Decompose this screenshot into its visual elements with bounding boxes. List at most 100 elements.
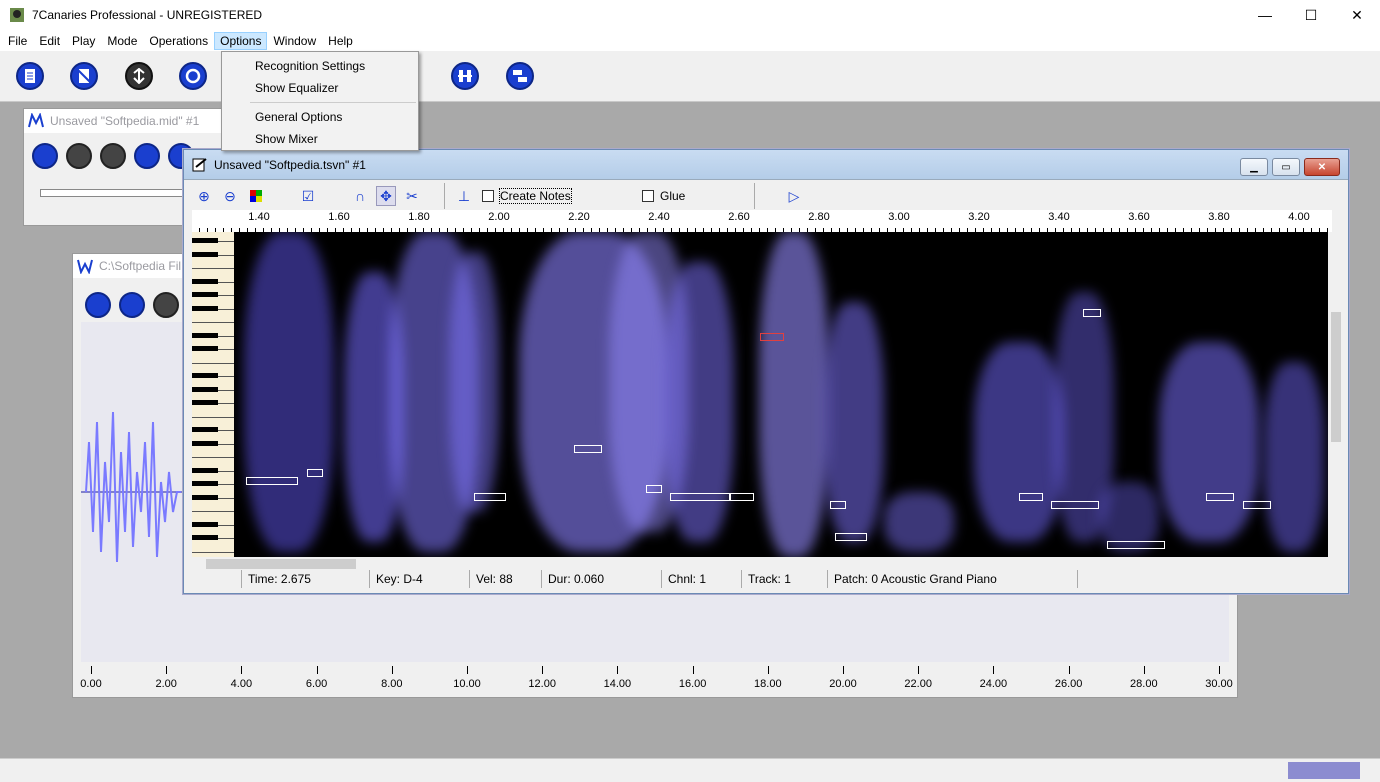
options-dropdown-menu: Recognition Settings Show Equalizer Gene… [221, 51, 419, 151]
new-document-icon[interactable] [16, 62, 44, 90]
tsvn-title: Unsaved "Softpedia.tsvn" #1 [214, 157, 366, 172]
create-notes-box[interactable] [482, 190, 494, 202]
tsvn-maximize-button[interactable]: ▭ [1272, 158, 1300, 176]
wave-ruler-label: 6.00 [305, 678, 328, 690]
status-chnl: Chnl: 1 [662, 570, 742, 588]
create-notes-label: Create Notes [499, 188, 572, 204]
midi-window-title: Unsaved "Softpedia.mid" #1 [50, 114, 200, 128]
zoom-out-icon[interactable]: ⊖ [220, 186, 240, 206]
wave-window-icon [77, 259, 93, 274]
maximize-button[interactable]: ☐ [1288, 0, 1334, 30]
wave-ruler-label: 14.00 [603, 678, 632, 690]
app-title: 7Canaries Professional - UNREGISTERED [32, 8, 263, 22]
ruler-label: 2.00 [488, 211, 510, 223]
ruler-label: 3.20 [968, 211, 990, 223]
wave-ruler-label: 8.00 [381, 678, 403, 690]
split-icon[interactable] [125, 62, 153, 90]
wave-ruler-label: 26.00 [1054, 678, 1083, 690]
vertical-scrollbar[interactable] [1330, 232, 1342, 532]
status-time: Time: 2.675 [242, 570, 370, 588]
play-icon[interactable] [32, 143, 58, 169]
tsvn-window[interactable]: Unsaved "Softpedia.tsvn" #1 ▁ ▭ ✕ ⊕ ⊖ ☑ … [183, 149, 1349, 594]
loop-icon[interactable]: ∩ [350, 186, 370, 206]
tsvn-title-bar[interactable]: Unsaved "Softpedia.tsvn" #1 ▁ ▭ ✕ [184, 150, 1348, 180]
check-document-icon[interactable]: ☑ [298, 186, 318, 206]
wave-ruler-label: 4.00 [230, 678, 253, 690]
play-triangle-icon[interactable]: ▷ [784, 186, 804, 206]
piano-keyboard[interactable] [192, 232, 234, 557]
record-icon[interactable] [179, 62, 207, 90]
status-patch: Patch: 0 Acoustic Grand Piano [828, 570, 1078, 588]
menu-bar: File Edit Play Mode Operations Options W… [0, 30, 1380, 51]
status-track: Track: 1 [742, 570, 828, 588]
bluetooth-icon[interactable] [134, 143, 160, 169]
menu-file[interactable]: File [2, 32, 33, 50]
move-icon[interactable]: ✥ [376, 186, 396, 206]
tsvn-close-button[interactable]: ✕ [1304, 158, 1340, 176]
pause-icon[interactable] [66, 143, 92, 169]
tsvn-minimize-button[interactable]: ▁ [1240, 158, 1268, 176]
status-key: Key: D-4 [370, 570, 470, 588]
progress-indicator [1288, 762, 1360, 779]
menu-item-show-mixer[interactable]: Show Mixer [222, 128, 418, 150]
mdi-workspace: Unsaved "Softpedia.mid" #1 C:\Softpedia … [0, 102, 1380, 758]
menu-play[interactable]: Play [66, 32, 101, 50]
wave-ruler-label: 2.00 [155, 678, 177, 690]
wave-ruler-label: 24.00 [979, 678, 1008, 690]
cut-icon[interactable]: ✂ [402, 186, 422, 206]
ruler-label: 2.40 [648, 211, 670, 223]
split-columns-icon[interactable] [451, 62, 479, 90]
menu-item-general-options[interactable]: General Options [222, 106, 418, 128]
play-from-start-icon[interactable] [85, 292, 111, 318]
menu-item-recognition-settings[interactable]: Recognition Settings [222, 55, 418, 77]
glue-checkbox[interactable]: Glue [642, 189, 685, 203]
ruler-label: 3.80 [1208, 211, 1230, 223]
menu-item-show-equalizer[interactable]: Show Equalizer [222, 77, 418, 99]
canary-app-icon [10, 8, 24, 22]
ruler-label: 2.20 [568, 211, 590, 223]
ruler-label: 4.00 [1288, 211, 1310, 223]
title-bar: 7Canaries Professional - UNREGISTERED — … [0, 0, 1380, 30]
ruler-label: 1.60 [328, 211, 350, 223]
status-dur: Dur: 0.060 [542, 570, 662, 588]
wave-time-ruler: 0.00 2.00 4.00 6.00 8.00 10.00 12.00 14.00 16.00… [80, 664, 1233, 694]
menu-window[interactable]: Window [267, 32, 322, 50]
menu-options[interactable]: Options [214, 31, 268, 50]
ruler-label: 1.40 [248, 211, 270, 223]
menu-edit[interactable]: Edit [33, 32, 66, 50]
spectrogram-canvas[interactable] [234, 232, 1328, 557]
menu-operations[interactable]: Operations [143, 32, 214, 50]
no-document-icon[interactable] [70, 62, 98, 90]
zoom-in-icon[interactable]: ⊕ [194, 186, 214, 206]
create-notes-checkbox[interactable]: Create Notes [482, 188, 572, 204]
wave-ruler-label: 22.00 [904, 678, 932, 690]
tsvn-time-ruler: 1.40 1.60 1.80 2.00 2.20 2.40 2.60 2.80 3.00 3.20… [192, 210, 1332, 232]
menu-help[interactable]: Help [322, 32, 359, 50]
wave-ruler-label: 20.00 [829, 678, 857, 690]
ruler-label: 3.60 [1128, 211, 1150, 223]
midi-position-slider[interactable] [40, 189, 190, 197]
minimize-button[interactable]: — [1242, 0, 1288, 30]
close-button[interactable]: ✕ [1334, 0, 1380, 30]
wave-ruler-label: 16.00 [678, 678, 707, 690]
wave-ruler-label: 0.00 [80, 678, 102, 690]
glue-box[interactable] [642, 190, 654, 202]
wave-ruler-label: 18.00 [754, 678, 782, 690]
color-grid-icon[interactable] [246, 186, 266, 206]
pause-icon[interactable] [153, 292, 179, 318]
wave-ruler-label: 12.00 [528, 678, 556, 690]
wave-window-title: C:\Softpedia Fil [99, 259, 182, 273]
tsvn-status-bar: Time: 2.675 Key: D-4 Vel: 88 Dur: 0.060 … [192, 570, 1342, 588]
play-icon[interactable] [119, 292, 145, 318]
stop-icon[interactable] [100, 143, 126, 169]
app-status-bar [0, 758, 1380, 782]
ruler-label: 2.80 [808, 211, 830, 223]
metronome-icon[interactable]: ⊥ [454, 186, 474, 206]
stack-icon[interactable] [506, 62, 534, 90]
tsvn-window-icon [192, 157, 207, 171]
midi-window-icon [28, 113, 44, 128]
horizontal-scrollbar[interactable] [192, 558, 1304, 570]
ruler-label: 2.60 [728, 211, 750, 223]
menu-mode[interactable]: Mode [101, 32, 143, 50]
wave-ruler-label: 28.00 [1130, 678, 1158, 690]
